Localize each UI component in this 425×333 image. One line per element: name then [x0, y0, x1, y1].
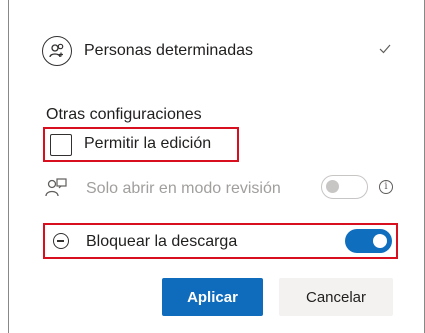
review-mode-toggle[interactable] — [321, 175, 368, 199]
cancel-button[interactable]: Cancelar — [279, 278, 393, 316]
checkmark-icon — [378, 42, 392, 60]
block-download-toggle[interactable] — [345, 229, 392, 253]
review-mode-label: Solo abrir en modo revisión — [86, 180, 281, 197]
people-row[interactable]: Personas determinadas — [42, 36, 392, 66]
toggle-knob — [326, 180, 339, 193]
apply-button[interactable]: Aplicar — [162, 278, 263, 316]
info-icon[interactable]: i — [379, 180, 393, 194]
review-mode-icon — [45, 177, 67, 204]
section-title: Otras configuraciones — [46, 106, 202, 123]
people-icon — [42, 36, 72, 66]
allow-edit-label[interactable]: Permitir la edición — [84, 135, 211, 153]
block-download-label: Bloquear la descarga — [86, 233, 238, 250]
toggle-knob — [373, 234, 387, 248]
people-label: Personas determinadas — [84, 42, 253, 59]
link-settings-panel: Personas determinadas Otras configuracio… — [8, 0, 425, 333]
allow-edit-checkbox[interactable] — [50, 134, 72, 156]
block-icon — [53, 233, 69, 249]
